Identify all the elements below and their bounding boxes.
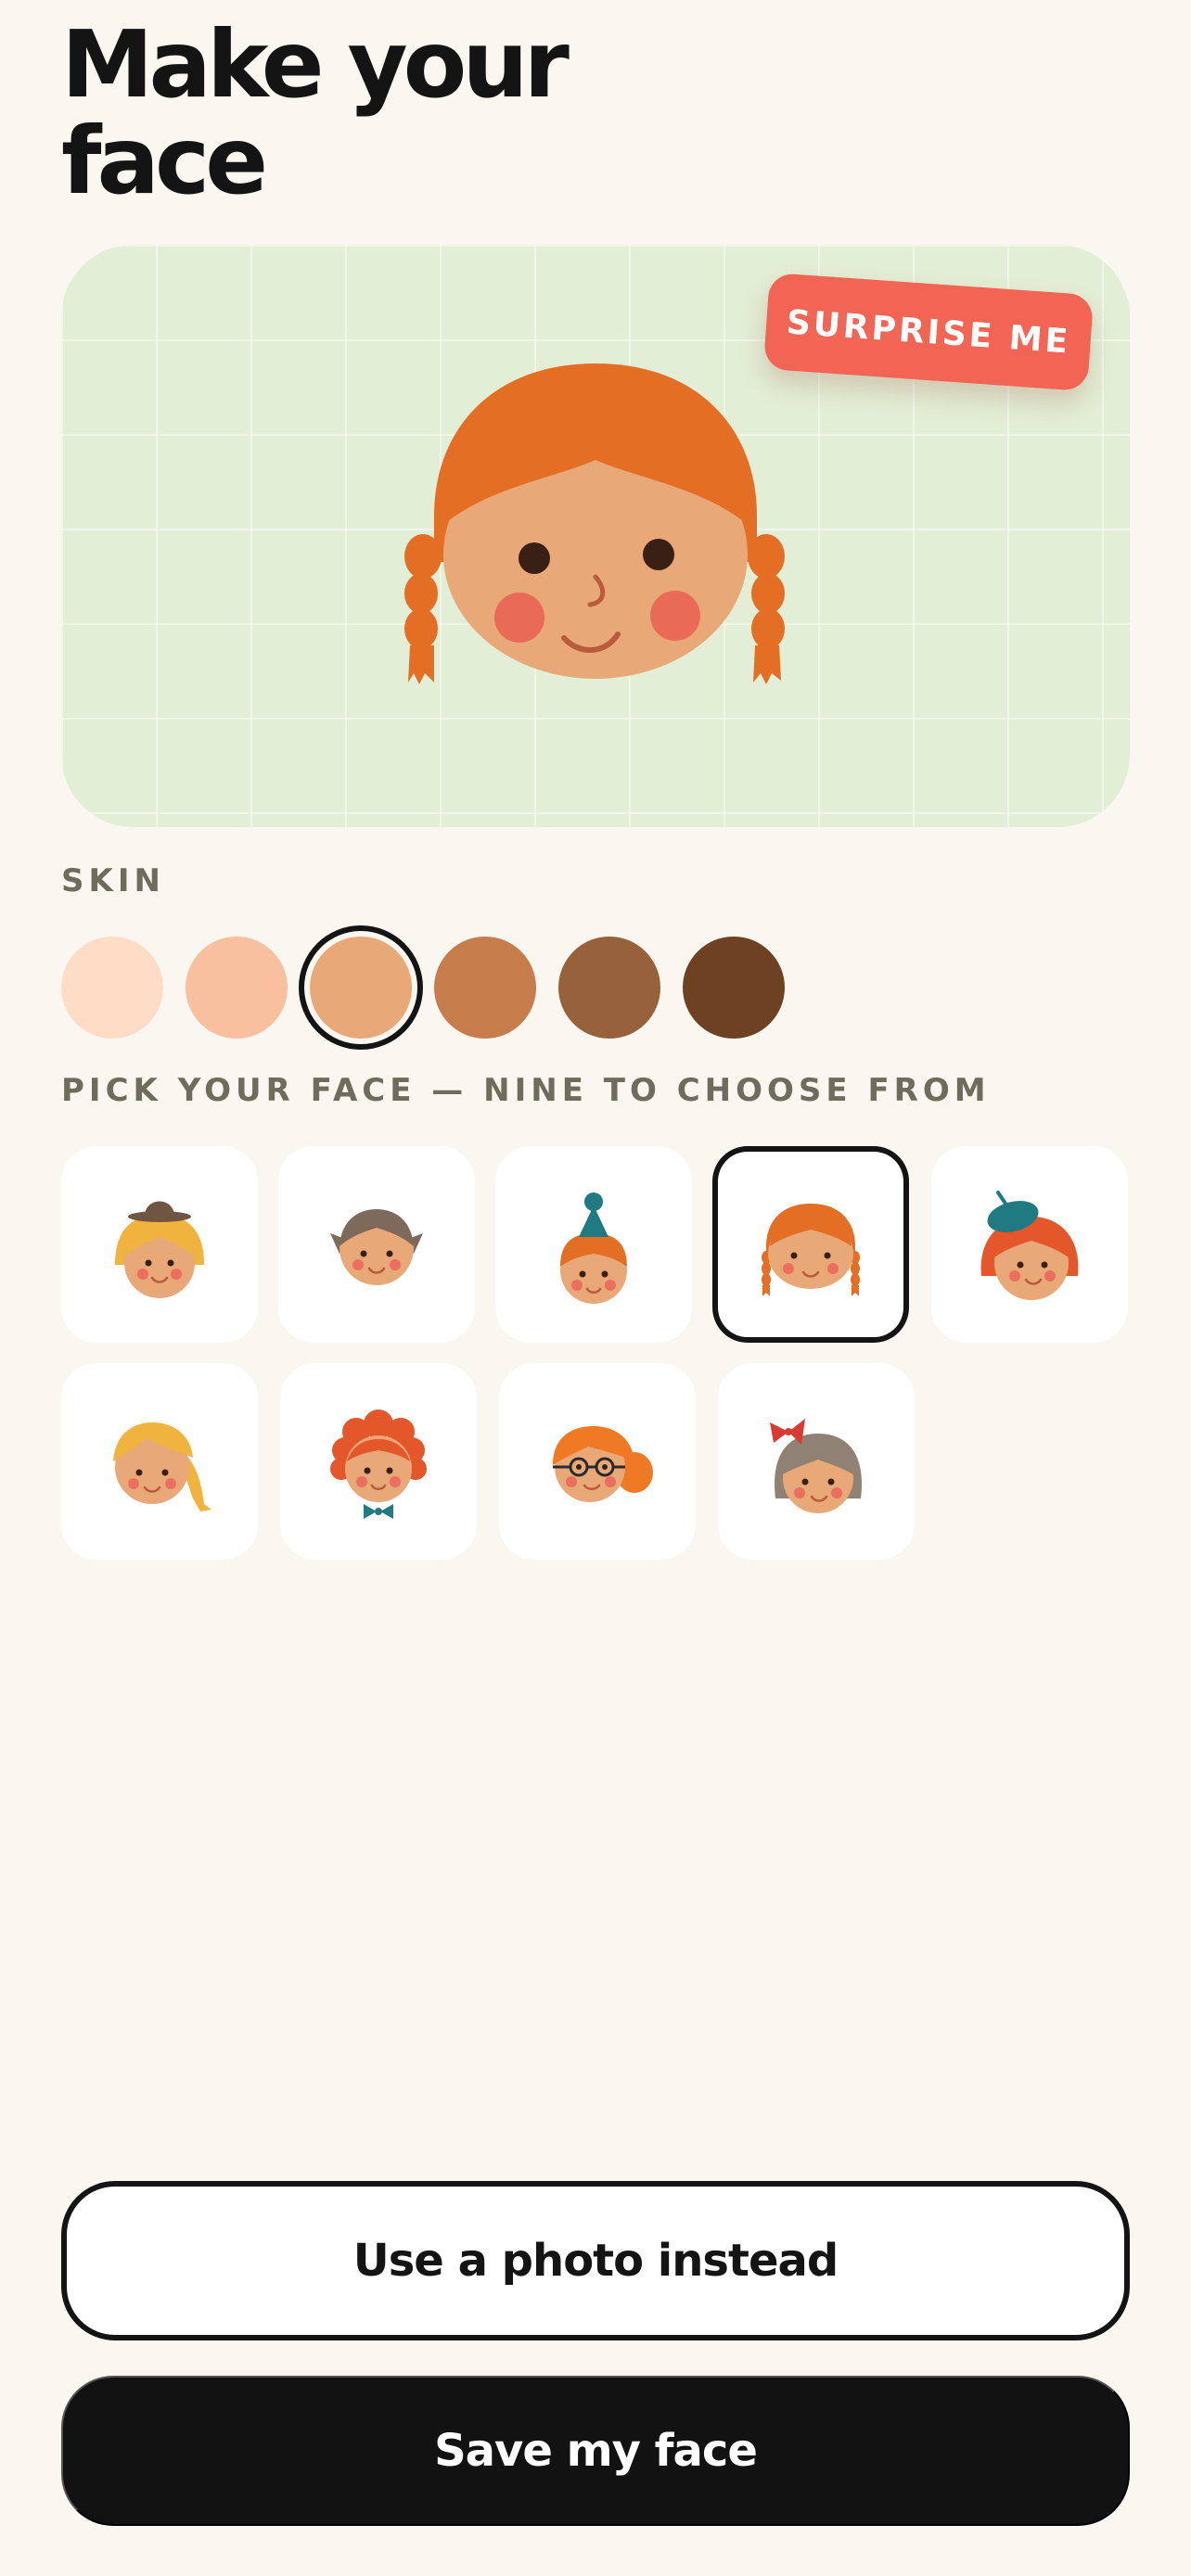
face-option-4[interactable]: [712, 1146, 909, 1343]
use-photo-button[interactable]: Use a photo instead: [61, 2181, 1130, 2340]
page-title-line-1: Make your: [61, 10, 570, 119]
pigtails-face-icon: [330, 1209, 423, 1285]
braids-face-icon: [762, 1204, 860, 1296]
curly-bowtie-face-icon: [330, 1409, 427, 1519]
skin-swatch-2[interactable]: [186, 937, 288, 1039]
bowler-hat-face-icon: [115, 1201, 204, 1298]
face-option-6[interactable]: [61, 1363, 258, 1560]
face-option-3[interactable]: [495, 1146, 692, 1343]
face-section-label: PICK YOUR FACE — NINE TO CHOOSE FROM: [61, 1072, 991, 1109]
skin-swatch-1[interactable]: [61, 937, 163, 1039]
face-option-8[interactable]: [499, 1363, 696, 1560]
bow-bob-face-icon: [770, 1419, 862, 1513]
skin-section-label: SKIN: [61, 862, 165, 899]
skin-swatch-4[interactable]: [434, 937, 536, 1039]
skin-swatch-3[interactable]: [310, 937, 412, 1039]
party-hat-face-icon: [560, 1192, 627, 1304]
braids-face-preview-icon: [404, 363, 785, 684]
face-option-9[interactable]: [718, 1363, 915, 1560]
face-option-5[interactable]: [931, 1146, 1128, 1343]
make-face-screen: Make your face SURPRISE ME SKIN PICK YOU…: [0, 0, 1191, 2576]
skin-swatch-5[interactable]: [558, 937, 660, 1039]
beret-face-icon: [980, 1191, 1079, 1300]
page-title-line-2: face: [61, 107, 268, 215]
save-face-button[interactable]: Save my face: [61, 2376, 1130, 2526]
face-option-1[interactable]: [61, 1146, 258, 1343]
face-option-2[interactable]: [278, 1146, 475, 1343]
side-ponytail-face-icon: [113, 1422, 211, 1511]
face-option-7[interactable]: [280, 1363, 477, 1560]
page-title: Make your face: [61, 10, 570, 215]
skin-swatch-6[interactable]: [683, 937, 785, 1039]
glasses-face-icon: [553, 1426, 653, 1502]
